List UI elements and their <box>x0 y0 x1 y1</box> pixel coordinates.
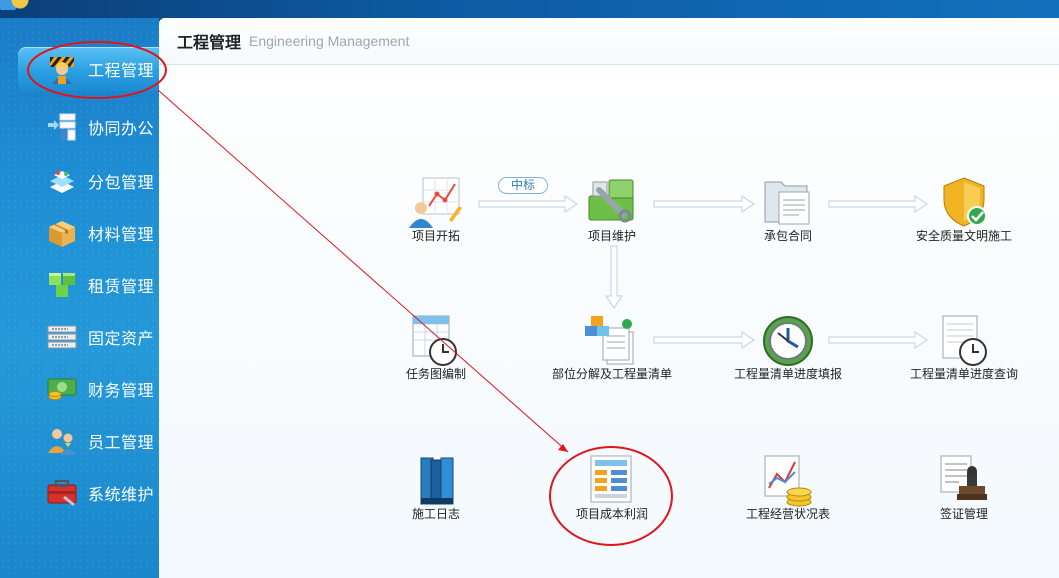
logo <box>0 0 40 10</box>
project-chart-icon <box>409 177 462 228</box>
module-label: 承包合同 <box>763 229 812 243</box>
module-safety-quality[interactable]: 安全质量文明施工 <box>904 176 1024 242</box>
shield-check-icon <box>943 177 987 227</box>
module-decomposition[interactable]: 部位分解及工程量清单 <box>552 314 672 380</box>
sidebar-item-label: 工程管理 <box>88 61 155 80</box>
blocks-list-icon <box>585 316 634 365</box>
module-label: 工程经营状况表 <box>745 507 830 521</box>
schedule-clock-icon <box>412 315 457 366</box>
module-progress-query[interactable]: 工程量清单进度查询 <box>904 314 1024 380</box>
sidebar-item-label: 分包管理 <box>88 173 155 192</box>
sidebar-item-rental[interactable]: 租赁管理 <box>18 263 159 307</box>
sidebar-item-label: 财务管理 <box>88 381 155 400</box>
sidebar-item-label: 员工管理 <box>88 433 155 452</box>
sidebar-item-finance[interactable]: 财务管理 <box>18 367 159 411</box>
sidebar-item-employees[interactable]: 员工管理 <box>18 419 159 463</box>
cost-report-icon <box>590 455 632 503</box>
stamp-icon <box>940 455 987 500</box>
money-icon <box>46 373 78 405</box>
worker-icon <box>46 53 78 85</box>
rental-cubes-icon <box>46 269 78 301</box>
module-project-development[interactable]: 项目开拓 <box>376 176 496 242</box>
module-task-chart[interactable]: 任务图编制 <box>376 314 496 380</box>
sidebar-item-collaboration[interactable]: 协同办公 <box>18 105 159 149</box>
main-panel: 工程管理 Engineering Management 中标 项目开拓 项目维护… <box>159 18 1059 578</box>
top-bar <box>0 0 1059 18</box>
module-label: 项目成本利润 <box>575 507 648 521</box>
bid-won-tag: 中标 <box>498 177 548 194</box>
document-clock-icon <box>942 315 987 366</box>
books-icon <box>420 457 454 505</box>
module-visa-management[interactable]: 签证管理 <box>904 454 1024 520</box>
compass-clock-icon <box>763 316 813 366</box>
sidebar-item-label: 系统维护 <box>88 485 155 504</box>
sidebar-item-label: 材料管理 <box>88 225 155 244</box>
module-progress-fill[interactable]: 工程量清单进度填报 <box>728 314 848 380</box>
module-label: 签证管理 <box>939 507 988 521</box>
sidebar-item-label: 固定资产 <box>88 329 155 348</box>
module-label: 项目维护 <box>587 229 636 243</box>
sidebar: 工程管理 协同办公 分包管理 材料管理 租赁管理 固定资产 财务管理 员工管理 … <box>0 18 159 578</box>
sidebar-item-label: 协同办公 <box>88 119 155 138</box>
subcontract-icon <box>46 165 78 197</box>
module-label: 安全质量文明施工 <box>915 229 1012 243</box>
sidebar-item-materials[interactable]: 材料管理 <box>18 211 159 255</box>
sidebar-item-label: 租赁管理 <box>88 277 155 296</box>
toolbox-icon <box>46 477 78 509</box>
wrench-tool-icon <box>588 179 634 223</box>
module-cost-profit[interactable]: 项目成本利润 <box>552 454 672 520</box>
sidebar-item-engineering[interactable]: 工程管理 <box>18 47 159 91</box>
module-project-maintenance[interactable]: 项目维护 <box>552 176 672 242</box>
module-label: 工程量清单进度查询 <box>909 367 1018 381</box>
module-label: 施工日志 <box>411 507 460 521</box>
module-construction-log[interactable]: 施工日志 <box>376 454 496 520</box>
module-label: 任务图编制 <box>405 367 466 381</box>
module-contract[interactable]: 承包合同 <box>728 176 848 242</box>
sidebar-item-fixed-assets[interactable]: 固定资产 <box>18 315 159 359</box>
materials-box-icon <box>46 217 78 249</box>
employees-icon <box>46 425 78 457</box>
chart-coins-icon <box>764 455 812 507</box>
arrow-down-1 <box>604 245 624 310</box>
folder-document-icon <box>764 181 810 225</box>
module-label: 项目开拓 <box>411 229 460 243</box>
server-rack-icon <box>46 321 78 353</box>
sidebar-item-system[interactable]: 系统维护 <box>18 471 159 515</box>
module-operations-report[interactable]: 工程经营状况表 <box>728 454 848 520</box>
module-label: 部位分解及工程量清单 <box>552 367 673 381</box>
sidebar-item-subcontract[interactable]: 分包管理 <box>18 159 159 203</box>
module-label: 工程量清单进度填报 <box>733 367 842 381</box>
collaboration-icon <box>46 111 78 143</box>
